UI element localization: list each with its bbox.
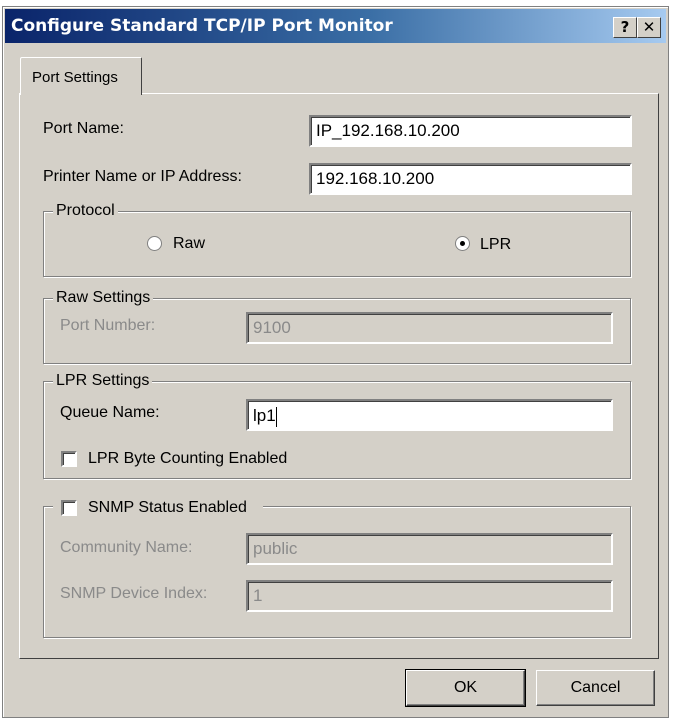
- queue-name-text[interactable]: lp1: [253, 406, 277, 427]
- port-name-label: Port Name:: [43, 120, 124, 137]
- device-index-field: [246, 580, 613, 612]
- window-title: Configure Standard TCP/IP Port Monitor: [11, 16, 393, 36]
- raw-settings-legend: Raw Settings: [53, 289, 154, 307]
- lpr-radio-label[interactable]: LPR: [480, 236, 511, 254]
- tab-port-settings[interactable]: Port Settings: [20, 57, 142, 95]
- ok-button[interactable]: OK: [405, 669, 526, 707]
- snmp-group: [43, 506, 631, 638]
- port-name-field[interactable]: [309, 115, 632, 147]
- title-bar[interactable]: Configure Standard TCP/IP Port Monitor ?…: [5, 9, 666, 43]
- port-number-input: [248, 314, 611, 342]
- snmp-status-label[interactable]: SNMP Status Enabled: [88, 499, 247, 517]
- device-index-input: [248, 582, 611, 610]
- port-number-field: [246, 312, 613, 344]
- protocol-legend: Protocol: [53, 202, 118, 220]
- port-name-input[interactable]: [311, 117, 630, 145]
- printer-address-label: Printer Name or IP Address:: [43, 168, 242, 185]
- raw-radio-label[interactable]: Raw: [173, 235, 205, 253]
- text-caret: [275, 406, 277, 427]
- community-name-label: Community Name:: [60, 539, 193, 556]
- help-button[interactable]: ?: [613, 17, 637, 38]
- lpr-radio[interactable]: [455, 236, 470, 251]
- port-number-label: Port Number:: [60, 317, 156, 334]
- raw-radio[interactable]: [147, 236, 162, 251]
- printer-address-field[interactable]: [309, 163, 632, 195]
- snmp-status-checkbox[interactable]: [61, 500, 77, 516]
- community-name-input: [248, 535, 611, 563]
- lpr-settings-legend: LPR Settings: [53, 372, 153, 390]
- community-name-field: [246, 533, 613, 565]
- protocol-group: [43, 211, 631, 277]
- close-button[interactable]: ✕: [637, 17, 661, 38]
- byte-counting-checkbox[interactable]: [61, 451, 77, 467]
- byte-counting-label[interactable]: LPR Byte Counting Enabled: [88, 450, 287, 468]
- queue-name-value: lp1: [253, 406, 276, 425]
- device-index-label: SNMP Device Index:: [60, 585, 208, 602]
- radio-selected-dot: [460, 241, 465, 246]
- printer-address-input[interactable]: [311, 165, 630, 193]
- dialog-window: Configure Standard TCP/IP Port Monitor ?…: [2, 6, 669, 718]
- tab-label: Port Settings: [32, 69, 118, 86]
- queue-name-label: Queue Name:: [60, 404, 160, 421]
- queue-name-field[interactable]: lp1: [246, 399, 613, 431]
- cancel-button[interactable]: Cancel: [536, 670, 655, 706]
